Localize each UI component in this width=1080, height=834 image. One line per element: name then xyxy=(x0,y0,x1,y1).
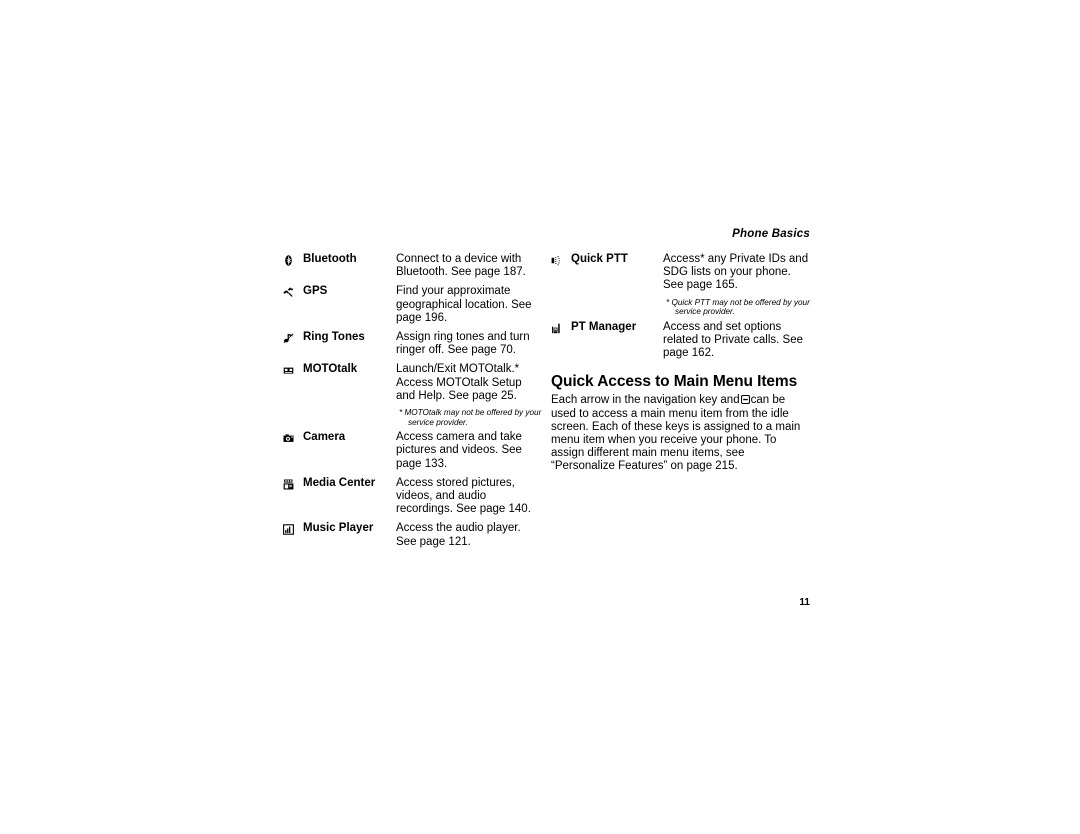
definition-row: MOTOtalk Launch/Exit MOTOtalk.* Access M… xyxy=(283,362,533,403)
definition-description: Launch/Exit MOTOtalk.* Access MOTOtalk S… xyxy=(396,363,522,402)
footnote-text: MOTOtalk may not be offered by your serv… xyxy=(404,408,542,427)
camera-icon xyxy=(283,430,303,444)
menu-key-icon xyxy=(740,395,750,405)
definition-term: PT Manager xyxy=(571,320,637,333)
bluetooth-icon xyxy=(283,252,303,266)
page-number: 11 xyxy=(799,597,810,608)
definition-term: Ring Tones xyxy=(303,331,365,344)
definition-row: Quick PTT Access* any Private IDs and SD… xyxy=(551,252,813,293)
definition-row: Music Player Access the audio player. Se… xyxy=(283,521,533,548)
section-body-part-1: Each arrow in the navigation key and xyxy=(551,394,740,407)
definition-description: Find your approximate geographical locat… xyxy=(396,285,532,324)
gps-satellite-icon xyxy=(283,284,303,298)
definition-term: Camera xyxy=(303,431,346,444)
definition-term: Media Center xyxy=(303,476,376,489)
definition-description: Assign ring tones and turn ringer off. S… xyxy=(396,331,530,357)
definition-description: Access the audio player. See page 121. xyxy=(396,522,521,548)
definition-row: GPS Find your approximate geographical l… xyxy=(283,284,533,325)
definition-description: Access stored pictures, videos, and audi… xyxy=(396,476,531,516)
document-page: Phone Basics Bluetooth Connect to a devi… xyxy=(0,0,1080,834)
definition-description: Access and set options related to Privat… xyxy=(663,320,803,360)
footnote-marker: * xyxy=(666,297,670,307)
running-head: Phone Basics xyxy=(732,228,810,240)
left-column: Bluetooth Connect to a device with Bluet… xyxy=(283,252,541,554)
definition-row: Bluetooth Connect to a device with Bluet… xyxy=(283,252,533,279)
definition-description: Access* any Private IDs and SDG lists on… xyxy=(663,253,809,292)
media-center-icon xyxy=(283,476,303,490)
definition-row: Media Center Access stored pictures, vid… xyxy=(283,476,533,517)
definition-term: MOTOtalk xyxy=(303,363,358,376)
ring-tones-icon xyxy=(283,330,303,344)
pt-manager-icon xyxy=(551,320,571,334)
definition-term: Quick PTT xyxy=(571,253,628,265)
mototalk-icon xyxy=(283,362,303,376)
mototalk-footnote: * MOTOtalk may not be offered by your se… xyxy=(396,408,548,427)
quick-ptt-footnote: * Quick PTT may not be offered by your s… xyxy=(663,298,827,317)
definition-row: Ring Tones Assign ring tones and turn ri… xyxy=(283,330,533,357)
music-player-icon xyxy=(283,521,303,536)
section-heading: Quick Access to Main Menu Items xyxy=(551,373,798,391)
quick-ptt-icon xyxy=(551,252,571,266)
definition-description: Connect to a device with Bluetooth. See … xyxy=(396,253,526,279)
definition-row: PT Manager Access and set options relate… xyxy=(551,320,813,361)
footnote-text: Quick PTT may not be offered by your ser… xyxy=(671,297,810,317)
section-body: Each arrow in the navigation key and can… xyxy=(551,394,806,473)
footnote-marker: * xyxy=(399,408,403,418)
right-column: Quick PTT Access* any Private IDs and SD… xyxy=(551,252,813,474)
definition-description: Access camera and take pictures and vide… xyxy=(396,431,522,470)
definition-row: Camera Access camera and take pictures a… xyxy=(283,430,533,471)
definition-term: Bluetooth xyxy=(303,253,357,265)
definition-term: GPS xyxy=(303,285,328,298)
definition-term: Music Player xyxy=(303,522,374,535)
